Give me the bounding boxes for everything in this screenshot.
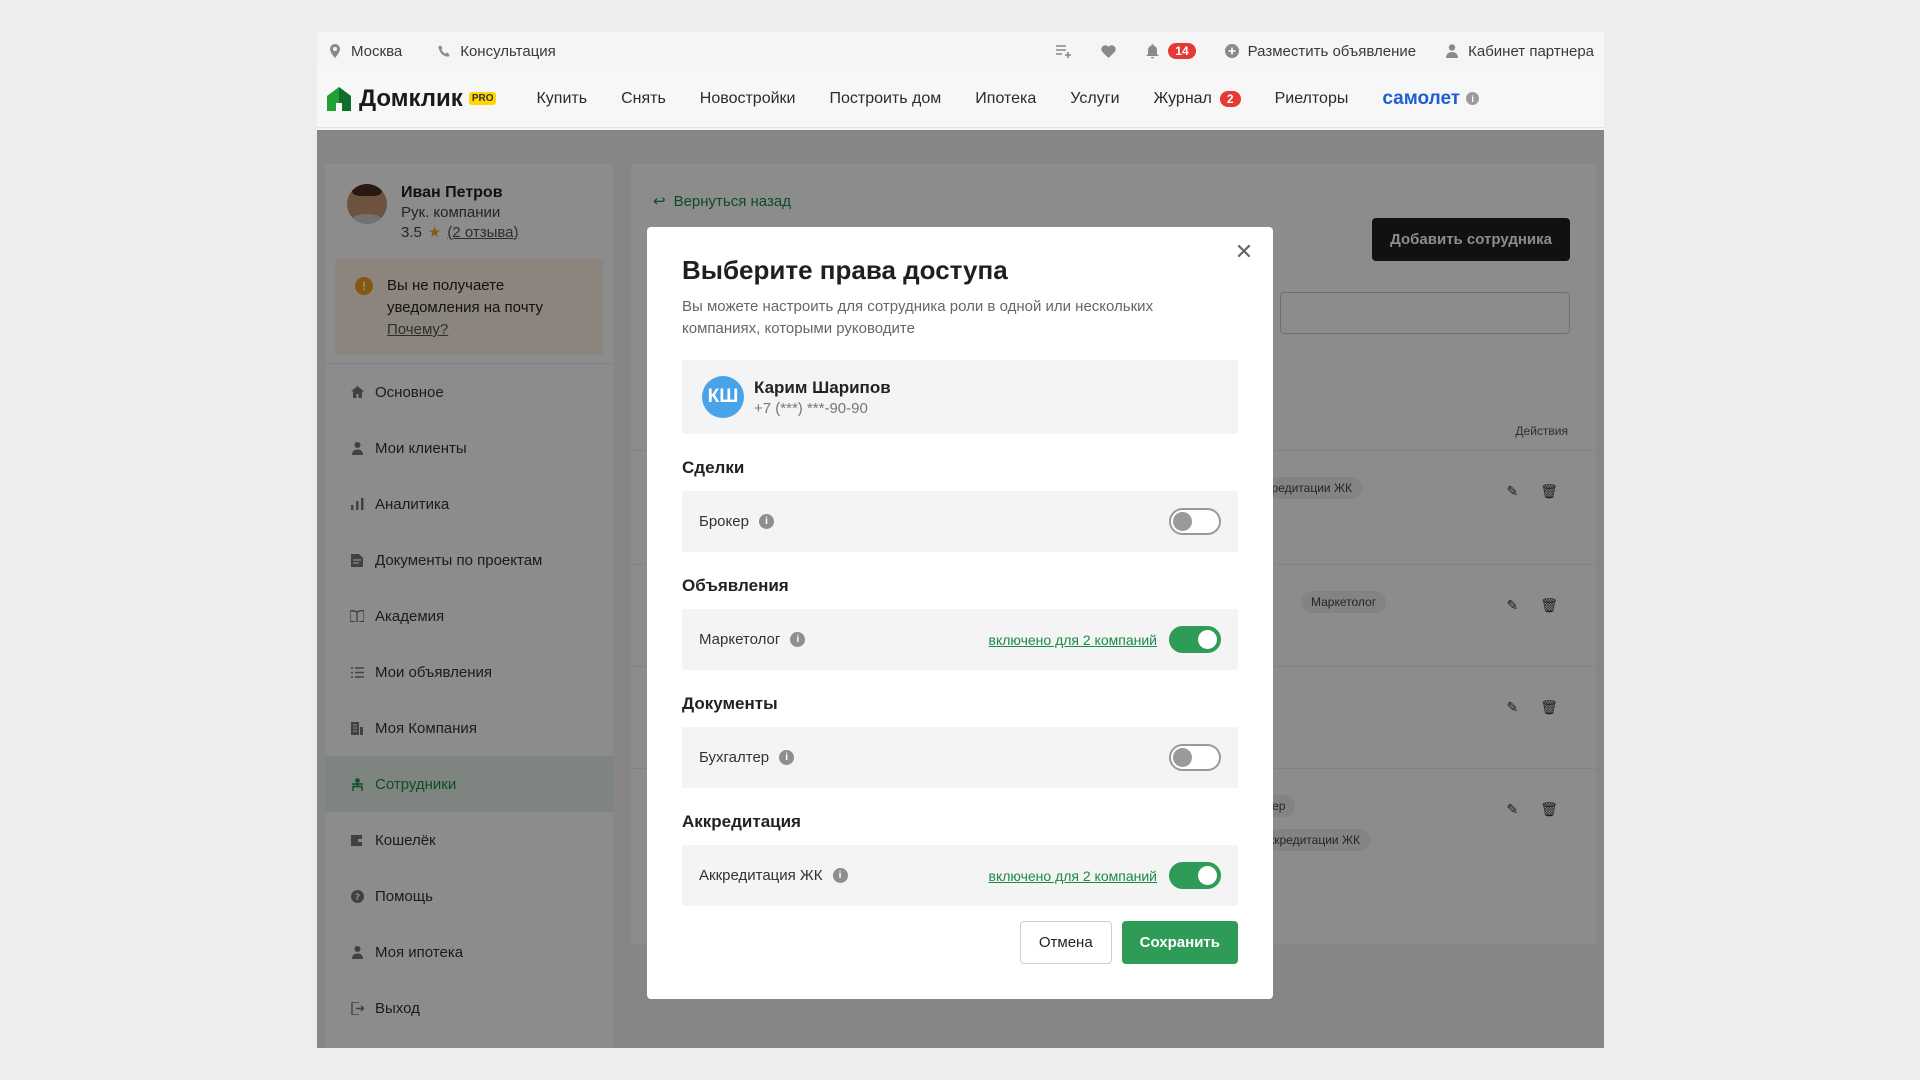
nav-item-journal[interactable]: Журнал 2 (1154, 90, 1241, 108)
consult-label: Консультация (460, 42, 556, 60)
notification-count-badge: 14 (1168, 43, 1196, 59)
notifications[interactable]: 14 (1144, 43, 1196, 59)
location-pin-icon (327, 43, 343, 59)
nav-item-realtors[interactable]: Риелторы (1275, 90, 1349, 108)
role-row-accreditation: Аккредитация ЖК i включено для 2 компани… (682, 845, 1238, 906)
close-icon[interactable]: ✕ (1231, 239, 1257, 265)
post-ad-link[interactable]: Разместить объявление (1224, 43, 1416, 60)
marketer-toggle[interactable] (1169, 626, 1221, 653)
samolet-brand-link[interactable]: самолет i (1382, 87, 1480, 110)
samolet-label: самолет (1382, 87, 1461, 109)
nav-item-new-buildings[interactable]: Новостройки (700, 90, 796, 108)
cancel-button[interactable]: Отмена (1019, 921, 1112, 964)
section-title-accreditation: Аккредитация (682, 812, 801, 831)
logo-pro-badge: PRO (468, 92, 497, 105)
accountant-toggle[interactable] (1169, 744, 1221, 771)
section-title-deals: Сделки (682, 458, 745, 477)
role-row-broker: Брокер i (682, 491, 1238, 552)
role-row-marketer: Маркетолог i включено для 2 компаний (682, 609, 1238, 670)
partner-cabinet-link[interactable]: Кабинет партнера (1444, 43, 1594, 60)
domclick-logo[interactable]: Домклик PRO (325, 84, 497, 113)
employee-phone: +7 (***) ***-90-90 (754, 399, 868, 417)
modal-title: Выберите права доступа (682, 255, 1008, 285)
role-name: Аккредитация ЖК (699, 867, 823, 884)
role-name: Брокер (699, 513, 749, 530)
info-icon[interactable]: i (779, 750, 795, 765)
info-icon[interactable]: i (790, 632, 806, 647)
employee-name: Карим Шарипов (754, 377, 891, 397)
accreditation-toggle[interactable] (1169, 862, 1221, 889)
city-label: Москва (351, 42, 403, 60)
main-nav: Домклик PRO Купить Снять Новостройки Пос… (317, 70, 1604, 128)
enabled-companies-link[interactable]: включено для 2 компаний (989, 868, 1158, 884)
consult-link[interactable]: Консультация (436, 43, 556, 60)
info-icon[interactable]: i (832, 868, 848, 883)
user-icon (1444, 43, 1460, 59)
role-row-accountant: Бухгалтер i (682, 727, 1238, 788)
journal-count-badge: 2 (1219, 90, 1241, 107)
partner-cabinet-label: Кабинет партнера (1468, 42, 1594, 60)
info-icon: i (1466, 92, 1480, 105)
role-name: Бухгалтер (699, 749, 770, 766)
compare-list-icon[interactable] (1056, 43, 1072, 59)
phone-icon (436, 43, 452, 59)
modal-footer: Отмена Сохранить (1019, 921, 1238, 964)
enabled-companies-link[interactable]: включено для 2 компаний (989, 632, 1158, 648)
section-title-documents: Документы (682, 694, 778, 713)
section-title-ads: Объявления (682, 576, 789, 595)
employee-card: КШ Карим Шарипов +7 (***) ***-90-90 (682, 360, 1238, 434)
nav-item-rent[interactable]: Снять (621, 90, 666, 108)
logo-text: Домклик (359, 84, 463, 112)
house-logo-icon (327, 86, 351, 111)
post-ad-label: Разместить объявление (1247, 42, 1417, 60)
journal-label: Журнал (1153, 89, 1212, 107)
info-icon[interactable]: i (758, 514, 774, 529)
nav-item-mortgage[interactable]: Ипотека (975, 90, 1036, 108)
role-name: Маркетолог (699, 631, 781, 648)
nav-items: Купить Снять Новостройки Построить дом И… (536, 87, 1480, 110)
broker-toggle[interactable] (1169, 508, 1221, 535)
bell-icon (1144, 43, 1160, 59)
heart-icon[interactable] (1100, 43, 1116, 59)
access-rights-modal: ✕ Выберите права доступа Вы можете настр… (647, 227, 1273, 999)
nav-item-buy[interactable]: Купить (536, 90, 587, 108)
modal-subtitle: Вы можете настроить для сотрудника роли … (682, 298, 1154, 337)
nav-item-services[interactable]: Услуги (1070, 90, 1119, 108)
top-utility-bar: Москва Консультация 14 Разместить объявл… (317, 32, 1604, 70)
avatar: КШ (702, 376, 744, 418)
city-selector[interactable]: Москва (327, 43, 402, 60)
nav-item-build-house[interactable]: Построить дом (829, 90, 941, 108)
save-button[interactable]: Сохранить (1121, 921, 1238, 964)
plus-circle-icon (1224, 43, 1240, 59)
